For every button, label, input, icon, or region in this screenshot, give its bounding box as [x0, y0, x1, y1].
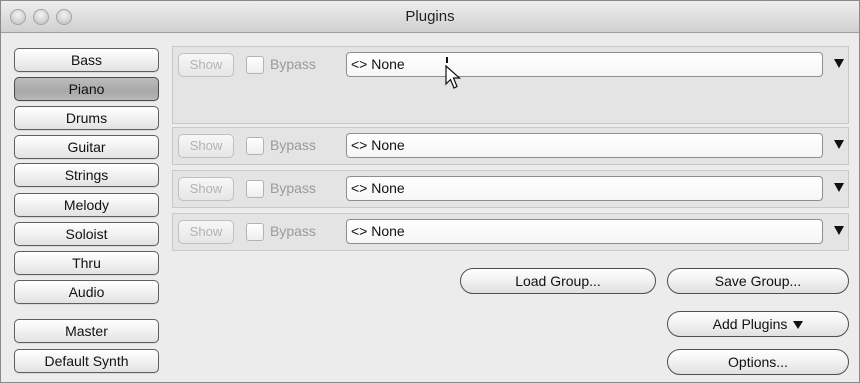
category-audio-button[interactable]: Audio [14, 280, 159, 304]
plugin-select[interactable]: <> None [346, 176, 823, 201]
show-plugin-button[interactable]: Show [178, 53, 234, 77]
plugin-slot-3: Show Bypass <> None [172, 170, 849, 208]
show-plugin-button[interactable]: Show [178, 220, 234, 244]
category-melody-button[interactable]: Melody [14, 193, 159, 217]
plugins-window: Plugins Bass Piano Drums Guitar Strings … [0, 0, 860, 383]
triangle-down-icon[interactable] [834, 226, 844, 235]
bypass-checkbox[interactable] [246, 180, 264, 198]
category-piano-button[interactable]: Piano [14, 77, 159, 101]
load-group-button[interactable]: Load Group... [460, 268, 656, 294]
triangle-down-icon [793, 321, 804, 330]
plugin-slot-1: Show Bypass <> None [172, 46, 849, 124]
plugin-slot-2: Show Bypass <> None [172, 127, 849, 165]
plugin-select[interactable]: <> None [346, 133, 823, 158]
bypass-label: Bypass [270, 180, 316, 196]
window-title: Plugins [405, 8, 455, 25]
bypass-checkbox[interactable] [246, 56, 264, 74]
title-bar[interactable]: Plugins [1, 1, 859, 33]
category-strings-button[interactable]: Strings [14, 163, 159, 187]
save-group-button[interactable]: Save Group... [667, 268, 849, 294]
bypass-checkbox[interactable] [246, 223, 264, 241]
bypass-label: Bypass [270, 137, 316, 153]
mouse-pointer-icon [445, 57, 462, 89]
category-guitar-button[interactable]: Guitar [14, 135, 159, 159]
show-plugin-button[interactable]: Show [178, 177, 234, 201]
triangle-down-icon[interactable] [834, 59, 844, 68]
category-soloist-button[interactable]: Soloist [14, 222, 159, 246]
bypass-checkbox[interactable] [246, 137, 264, 155]
triangle-down-icon[interactable] [834, 183, 844, 192]
category-thru-button[interactable]: Thru [14, 251, 159, 275]
options-button[interactable]: Options... [667, 349, 849, 375]
add-plugins-button[interactable]: Add Plugins [667, 311, 849, 337]
category-master-button[interactable]: Master [14, 319, 159, 343]
category-default-synth-button[interactable]: Default Synth [14, 349, 159, 373]
plugin-select[interactable]: <> None [346, 219, 823, 244]
show-plugin-button[interactable]: Show [178, 134, 234, 158]
triangle-down-icon[interactable] [834, 140, 844, 149]
plugin-select[interactable]: <> None [346, 52, 823, 77]
plugin-slot-4: Show Bypass <> None [172, 213, 849, 251]
category-drums-button[interactable]: Drums [14, 106, 159, 130]
bypass-label: Bypass [270, 223, 316, 239]
category-bass-button[interactable]: Bass [14, 48, 159, 72]
add-plugins-label: Add Plugins [712, 316, 788, 332]
bypass-label: Bypass [270, 56, 316, 72]
